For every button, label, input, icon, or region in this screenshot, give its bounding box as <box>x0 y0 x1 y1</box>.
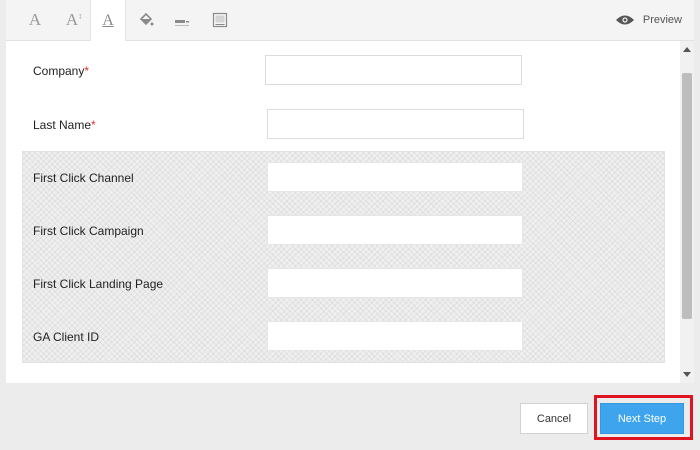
company-input[interactable] <box>265 55 522 85</box>
last-name-input[interactable] <box>267 109 524 139</box>
first-click-landing-page-input[interactable] <box>267 268 523 298</box>
line-style-tool-button[interactable] <box>170 0 194 40</box>
vertical-scrollbar[interactable] <box>680 41 694 383</box>
field-label-text: Company <box>33 64 85 78</box>
image-icon <box>212 12 228 28</box>
first-click-campaign-input[interactable] <box>267 215 523 245</box>
eye-icon <box>615 15 634 25</box>
field-label: Last Name* <box>33 118 96 132</box>
font-size-icon: A↕ <box>65 10 83 29</box>
field-label-text: Last Name <box>33 118 92 132</box>
scroll-up-arrow-icon[interactable] <box>683 47 691 52</box>
format-toolbar: A A↕ A Preview <box>6 0 694 41</box>
preview-label: Preview <box>642 14 682 26</box>
image-tool-button[interactable] <box>208 0 232 40</box>
fill-color-icon <box>139 12 154 26</box>
field-label: GA Client ID <box>33 330 100 344</box>
ga-client-id-input[interactable] <box>267 321 523 351</box>
field-label: First Click Channel <box>33 171 134 185</box>
font-tool-button[interactable]: A <box>22 0 48 40</box>
preview-button[interactable]: Preview <box>615 0 682 40</box>
font-icon: A <box>28 10 42 29</box>
form-row-company: Company* <box>6 49 680 101</box>
first-click-channel-input[interactable] <box>267 162 523 192</box>
font-color-icon: A <box>102 11 114 29</box>
field-label: First Click Campaign <box>33 224 144 238</box>
next-step-button[interactable]: Next Step <box>600 403 684 434</box>
hidden-fields-zone: First Click Channel First Click Campaign… <box>22 151 665 363</box>
required-marker: * <box>91 118 96 132</box>
form-editor-window: A A↕ A Preview Company* Last Name* First… <box>0 0 700 450</box>
field-label: First Click Landing Page <box>33 277 164 291</box>
required-marker: * <box>84 64 90 78</box>
font-color-tool-button[interactable]: A <box>90 0 126 41</box>
scrollbar-thumb[interactable] <box>682 73 692 319</box>
fill-color-tool-button[interactable] <box>134 0 158 40</box>
font-size-tool-button[interactable]: A↕ <box>60 0 88 40</box>
form-canvas: Company* Last Name* First Click Channel … <box>6 41 680 383</box>
cancel-button[interactable]: Cancel <box>520 403 588 434</box>
form-row-first-click-campaign[interactable]: First Click Campaign <box>23 205 664 258</box>
line-style-icon <box>175 20 189 26</box>
field-label: Company* <box>33 64 89 78</box>
scroll-down-arrow-icon[interactable] <box>683 372 691 377</box>
form-row-first-click-channel[interactable]: First Click Channel <box>23 152 664 205</box>
form-row-last-name: Last Name* <box>6 103 680 155</box>
form-row-ga-client-id[interactable]: GA Client ID <box>23 311 664 363</box>
form-row-first-click-landing-page[interactable]: First Click Landing Page <box>23 258 664 311</box>
